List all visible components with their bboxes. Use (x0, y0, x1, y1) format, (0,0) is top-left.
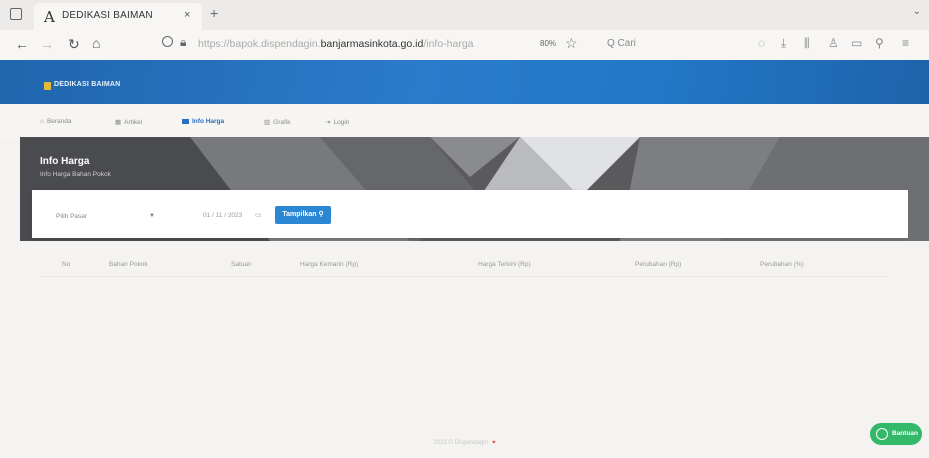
menu-label: Info Harga (192, 118, 225, 125)
home-icon: ⌂ (40, 118, 44, 125)
brand-logo-icon[interactable] (44, 82, 51, 90)
show-button-label: Tampilkan (282, 211, 317, 218)
chevron-down-icon[interactable]: ⌄ (913, 6, 921, 17)
lock-icon[interactable]: 🔒︎ (180, 35, 186, 50)
favicon-icon: A (44, 8, 55, 26)
search-box[interactable]: Q Cari (607, 38, 636, 49)
column-header-satuan: Satuan (231, 261, 252, 268)
close-tab-icon[interactable]: × (184, 9, 190, 21)
price-icon (182, 118, 189, 124)
date-input[interactable]: 01 / 11 / 2023 (203, 212, 242, 219)
sidebar-icon[interactable]: ▭ (851, 36, 862, 50)
calendar-icon[interactable]: ▭ (255, 211, 262, 219)
chevron-down-icon[interactable]: ▼ (149, 213, 155, 219)
page-title: Info Harga (40, 156, 90, 167)
search-icon: ⚲ (318, 211, 324, 218)
browser-tab[interactable]: A DEDIKASI BAIMAN × (34, 3, 202, 30)
home-icon[interactable]: ⌂ (92, 35, 100, 51)
page-subtitle: Info Harga Bahan Pokok (40, 171, 111, 178)
menu-item-artikel[interactable]: ▦ Artikel (115, 118, 142, 126)
footer-text: 2023 © Dispendagin (433, 440, 488, 446)
menu-label: Beranda (46, 118, 72, 125)
zoom-level[interactable]: 80% (540, 39, 556, 48)
new-tab-icon[interactable]: + (210, 5, 218, 21)
address-bar[interactable]: https://bapok.dispendagin.banjarmasinkot… (198, 38, 474, 50)
forward-icon[interactable]: → (40, 36, 54, 52)
whatsapp-label: Bantuan (892, 430, 918, 437)
column-header-harga-terkini: Harga Terkini (Rp) (478, 261, 531, 268)
column-header-perubahan-pct: Perubahan (%) (760, 261, 804, 268)
login-icon: ⇥ (325, 119, 331, 126)
library-icon[interactable]: ⫼ (804, 36, 810, 51)
article-icon: ▦ (115, 119, 122, 126)
url-prefix: https://bapok.dispendagin. (198, 38, 321, 50)
show-button[interactable]: Tampilkan ⚲ (275, 206, 331, 224)
extensions-icon[interactable]: ⚲ (875, 36, 884, 50)
whatsapp-icon (876, 428, 888, 440)
column-header-perubahan-rp: Perubahan (Rp) (635, 261, 682, 268)
browser-nav-bar: ← → ↻ ⌂ 🔒︎ https://bapok.dispendagin.ban… (0, 30, 929, 60)
back-icon[interactable]: ← (15, 36, 29, 52)
column-header-harga-kemarin: Harga Kemarin (Rp) (300, 261, 359, 268)
footer: 2023 © Dispendagin ♥ (0, 440, 929, 446)
brand-name[interactable]: DEDIKASI BAIMAN (54, 81, 120, 88)
pocket-icon[interactable]: ◌ (758, 36, 765, 50)
menu-item-login[interactable]: ⇥ Login (325, 118, 349, 126)
table-header-divider (40, 276, 890, 277)
url-path: /info-harga (423, 38, 474, 50)
column-header-no: No (62, 261, 71, 268)
site-header: DEDIKASI BAIMAN (0, 60, 929, 104)
menu-item-grafik[interactable]: ▥ Grafik (264, 118, 291, 126)
menu-label: Artikel (124, 119, 143, 126)
filter-card (32, 190, 908, 238)
tracking-shield-icon[interactable] (162, 36, 173, 47)
tab-list-icon[interactable] (10, 8, 22, 20)
menu-item-info-harga[interactable]: Info Harga (182, 118, 224, 125)
site-nav: ⌂ Beranda ▦ Artikel Info Harga ▥ Grafik ⇥ Lo… (0, 104, 929, 138)
menu-label: Grafik (273, 119, 291, 126)
menu-item-beranda[interactable]: ⌂ Beranda (40, 118, 72, 125)
account-icon[interactable]: ♙ (828, 36, 839, 50)
market-select[interactable]: Pilih Pasar (56, 213, 87, 220)
heart-icon: ♥ (491, 440, 496, 446)
browser-tab-bar: A DEDIKASI BAIMAN × + ⌄ (0, 0, 929, 30)
reload-icon[interactable]: ↻ (68, 36, 80, 53)
column-header-bahan-pokok: Bahan Pokok (109, 261, 148, 268)
tab-title: DEDIKASI BAIMAN (62, 10, 153, 21)
menu-label: Login (333, 119, 350, 126)
bookmark-star-icon[interactable]: ☆ (565, 35, 578, 52)
chart-icon: ▥ (264, 119, 271, 126)
url-host: banjarmasinkota.go.id (320, 38, 424, 50)
menu-icon[interactable]: ≡ (902, 36, 909, 50)
download-icon[interactable]: ⤓ (781, 36, 786, 51)
